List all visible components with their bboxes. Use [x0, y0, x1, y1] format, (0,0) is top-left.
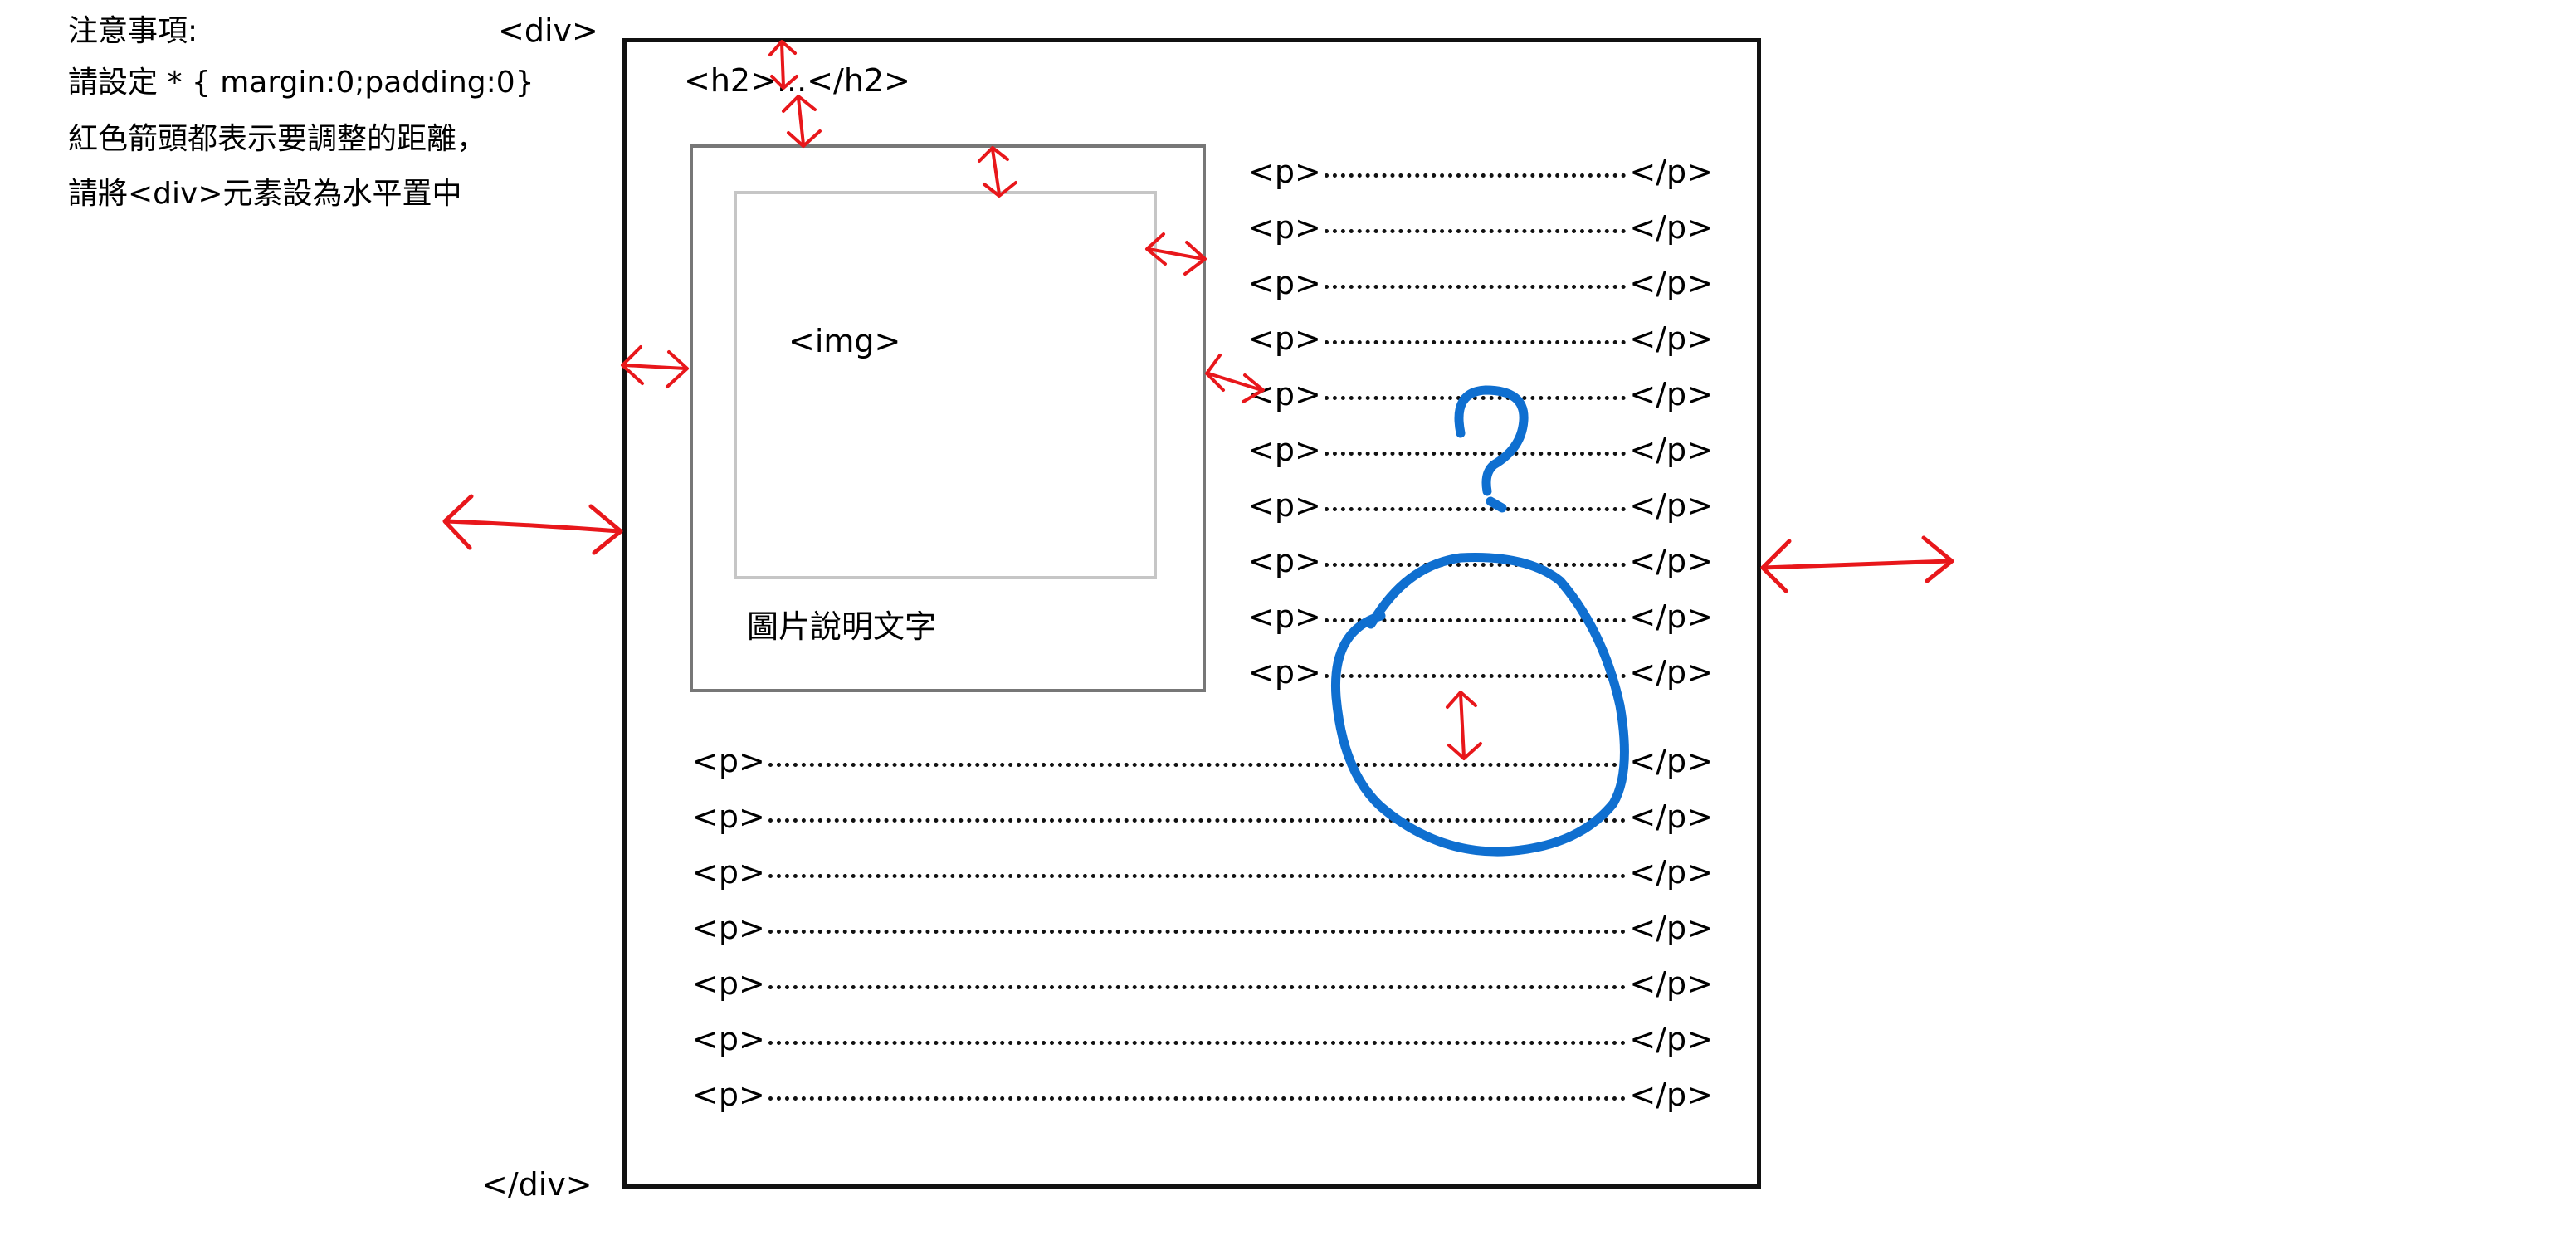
- red-arrows: [442, 40, 1954, 760]
- diagram-stage: 注意事項: 請設定 * { margin:0;padding:0} 紅色箭頭都表…: [0, 0, 2576, 1235]
- blue-circle: [1330, 553, 1629, 857]
- red-arrow-figure-padding-right: [1145, 232, 1207, 276]
- red-arrow-outer-left: [442, 494, 623, 555]
- blue-annotation: [1330, 385, 1629, 857]
- blue-question-mark: [1454, 385, 1529, 513]
- red-arrow-paragraph-gap: [1446, 691, 1482, 760]
- annotation-marks: [442, 40, 1954, 857]
- red-arrow-figure-margin-left: [621, 345, 689, 388]
- red-arrow-h2-to-figure: [782, 95, 822, 148]
- red-arrow-h2-top: [768, 40, 798, 90]
- red-arrow-figure-padding-top: [978, 146, 1017, 198]
- red-arrow-figure-margin-right: [1205, 354, 1265, 403]
- red-arrow-outer-right: [1760, 535, 1954, 593]
